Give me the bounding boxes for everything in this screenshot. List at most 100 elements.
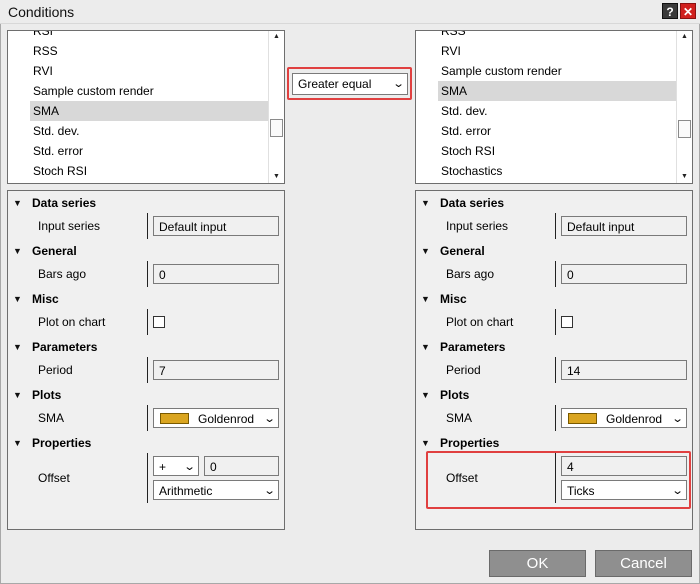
list-item[interactable]: Std. error xyxy=(30,141,268,161)
category-data-series[interactable]: ▼ Data series xyxy=(8,191,284,215)
bars-ago-label: Bars ago xyxy=(38,267,87,281)
bars-ago-value: 0 xyxy=(159,268,166,282)
category-parameters[interactable]: ▼ Parameters xyxy=(8,335,284,359)
list-item-selected[interactable]: SMA xyxy=(30,101,268,121)
list-item[interactable]: Stoch RSI xyxy=(438,141,676,161)
sma-color-name: Goldenrod xyxy=(198,412,255,426)
category-plots[interactable]: ▼ Plots xyxy=(416,383,692,407)
category-general[interactable]: ▼ General xyxy=(8,239,284,263)
triangle-down-icon[interactable]: ▼ xyxy=(421,197,430,209)
category-label: Properties xyxy=(32,436,92,450)
offset-type-select[interactable]: Arithmetic ⌄ xyxy=(153,480,279,500)
sma-color-select[interactable]: Goldenrod ⌄ xyxy=(561,408,687,428)
column-divider xyxy=(555,213,556,239)
category-parameters[interactable]: ▼ Parameters xyxy=(416,335,692,359)
list-item-selected[interactable]: SMA xyxy=(438,81,676,101)
scroll-thumb[interactable] xyxy=(678,120,691,138)
sma-plot-label: SMA xyxy=(38,411,65,425)
operator-value: Greater equal xyxy=(298,77,372,91)
close-icon[interactable]: ✕ xyxy=(680,3,696,19)
scroll-thumb[interactable] xyxy=(270,119,283,137)
offset-value-field[interactable]: 0 xyxy=(204,456,279,476)
category-data-series[interactable]: ▼ Data series xyxy=(416,191,692,215)
offset-highlight xyxy=(426,451,691,509)
left-list-scrollbar[interactable]: ▲ ▼ xyxy=(268,31,284,183)
category-misc[interactable]: ▼ Misc xyxy=(8,287,284,311)
list-item[interactable]: Sample custom render xyxy=(30,81,268,101)
input-series-field[interactable]: Default input xyxy=(153,216,279,236)
list-item[interactable]: RVI xyxy=(438,41,676,61)
triangle-down-icon[interactable]: ▼ xyxy=(421,389,430,401)
chevron-down-icon: ⌄ xyxy=(263,485,276,497)
list-item[interactable]: RSS xyxy=(438,31,676,41)
column-divider xyxy=(147,261,148,287)
plot-on-chart-checkbox[interactable] xyxy=(561,316,573,328)
list-item[interactable]: Sample custom render xyxy=(438,61,676,81)
category-label: Plots xyxy=(440,388,470,402)
color-swatch xyxy=(160,413,189,424)
operator-select[interactable]: Greater equal ⌄ xyxy=(292,73,408,95)
triangle-down-icon[interactable]: ▼ xyxy=(13,341,22,353)
sma-color-name: Goldenrod xyxy=(606,412,663,426)
period-field[interactable]: 14 xyxy=(561,360,687,380)
triangle-down-icon[interactable]: ▼ xyxy=(421,293,430,305)
list-item[interactable]: Stochastics xyxy=(438,161,676,181)
left-property-grid: ▼ Data series Input series Default input… xyxy=(7,190,285,530)
triangle-down-icon[interactable]: ▼ xyxy=(13,197,22,209)
plot-on-chart-label: Plot on chart xyxy=(446,315,514,329)
offset-type-value: Arithmetic xyxy=(159,484,213,498)
column-divider xyxy=(147,453,148,503)
list-item[interactable]: RSI xyxy=(30,31,268,41)
period-field[interactable]: 7 xyxy=(153,360,279,380)
title-bar: Conditions ? ✕ xyxy=(0,0,700,24)
list-item[interactable]: Std. dev. xyxy=(438,101,676,121)
triangle-down-icon[interactable]: ▼ xyxy=(13,293,22,305)
offset-value: 0 xyxy=(210,460,217,474)
offset-sign-select[interactable]: + ⌄ xyxy=(153,456,199,476)
right-indicator-list[interactable]: RSS RVI Sample custom render SMA Std. de… xyxy=(415,30,693,184)
sma-color-select[interactable]: Goldenrod ⌄ xyxy=(153,408,279,428)
category-label: General xyxy=(32,244,77,258)
arrow-down-icon[interactable]: ▼ xyxy=(677,171,692,183)
chevron-down-icon: ⌄ xyxy=(183,461,196,473)
right-list-scrollbar[interactable]: ▲ ▼ xyxy=(676,31,692,183)
arrow-down-icon[interactable]: ▼ xyxy=(269,171,284,183)
triangle-down-icon[interactable]: ▼ xyxy=(13,245,22,257)
period-value: 7 xyxy=(159,364,166,378)
bars-ago-field[interactable]: 0 xyxy=(153,264,279,284)
ok-button[interactable]: OK xyxy=(489,550,586,577)
category-general[interactable]: ▼ General xyxy=(416,239,692,263)
category-label: Misc xyxy=(440,292,467,306)
category-label: Properties xyxy=(440,436,500,450)
column-divider xyxy=(147,405,148,431)
arrow-up-icon[interactable]: ▲ xyxy=(269,31,284,43)
list-item[interactable]: RVI xyxy=(30,61,268,81)
list-item[interactable]: Std. error xyxy=(438,121,676,141)
category-misc[interactable]: ▼ Misc xyxy=(416,287,692,311)
input-series-field[interactable]: Default input xyxy=(561,216,687,236)
left-list-viewport: RSI RSS RVI Sample custom render SMA Std… xyxy=(8,31,268,183)
column-divider xyxy=(147,309,148,335)
triangle-down-icon[interactable]: ▼ xyxy=(421,245,430,257)
help-icon[interactable]: ? xyxy=(662,3,678,19)
left-indicator-list[interactable]: RSI RSS RVI Sample custom render SMA Std… xyxy=(7,30,285,184)
column-divider xyxy=(555,309,556,335)
window-title: Conditions xyxy=(8,4,75,20)
list-item[interactable]: RSS xyxy=(30,41,268,61)
chevron-down-icon: ⌄ xyxy=(671,413,684,425)
period-label: Period xyxy=(38,363,73,377)
list-item[interactable]: Std. dev. xyxy=(30,121,268,141)
bars-ago-field[interactable]: 0 xyxy=(561,264,687,284)
arrow-up-icon[interactable]: ▲ xyxy=(677,31,692,43)
triangle-down-icon[interactable]: ▼ xyxy=(421,437,430,449)
list-item[interactable]: Stoch RSI xyxy=(30,161,268,181)
triangle-down-icon[interactable]: ▼ xyxy=(421,341,430,353)
category-plots[interactable]: ▼ Plots xyxy=(8,383,284,407)
category-label: General xyxy=(440,244,485,258)
cancel-button[interactable]: Cancel xyxy=(595,550,692,577)
triangle-down-icon[interactable]: ▼ xyxy=(13,389,22,401)
plot-on-chart-checkbox[interactable] xyxy=(153,316,165,328)
triangle-down-icon[interactable]: ▼ xyxy=(13,437,22,449)
bars-ago-label: Bars ago xyxy=(446,267,495,281)
category-properties[interactable]: ▼ Properties xyxy=(8,431,284,455)
